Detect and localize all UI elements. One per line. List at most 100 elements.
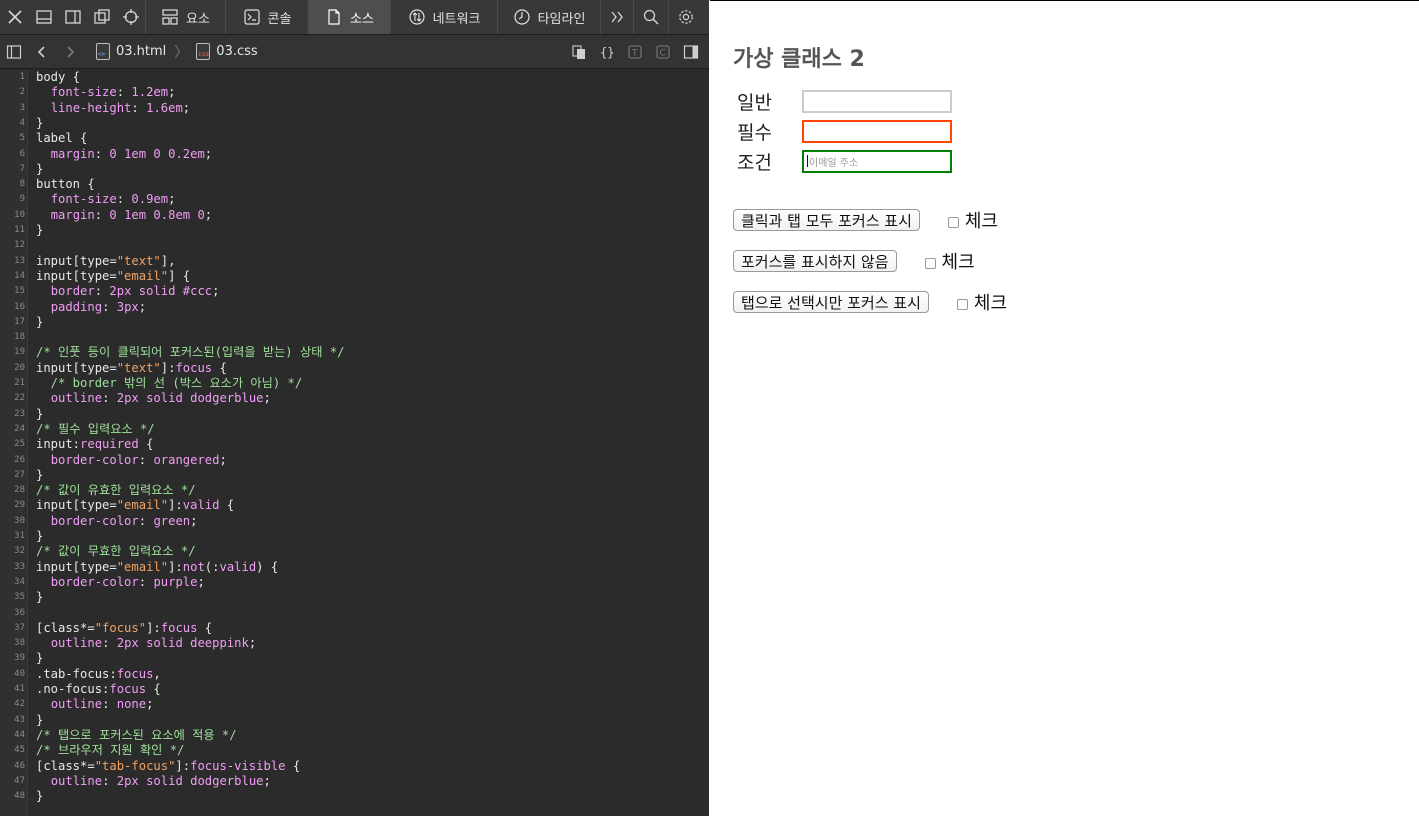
code-line: 32 /* 값이 무효한 입력요소 */	[0, 544, 709, 559]
code-line: 21 /* border 밖의 선 (박스 요소가 아님) */	[0, 376, 709, 391]
checkbox[interactable]	[947, 216, 959, 228]
code-text: /* 탭으로 포커스된 요소에 적용 */	[36, 727, 237, 742]
code-text: padding: 3px;	[50, 299, 147, 314]
line-number: 35	[14, 592, 25, 603]
network-icon	[408, 9, 425, 25]
line-number: 18	[14, 332, 25, 343]
sources-icon	[328, 9, 340, 25]
focus-button[interactable]: 클릭과 탭 모두 포커스 표시	[733, 209, 920, 231]
checkbox[interactable]	[956, 298, 968, 310]
tab-network[interactable]: 네트워크	[391, 0, 498, 34]
toggle-navigator-icon[interactable]	[0, 35, 28, 69]
code-text: outline: 2px solid dodgerblue;	[50, 391, 271, 406]
undock-icon[interactable]	[87, 0, 116, 34]
more-tabs-icon[interactable]	[601, 0, 634, 34]
code-text: /* 필수 입력요소 */	[36, 421, 155, 436]
line-number: 24	[14, 423, 25, 434]
toggle-sidebar-icon[interactable]	[677, 35, 705, 69]
line-number: 7	[19, 163, 25, 174]
gear-icon[interactable]	[669, 0, 703, 34]
code-text: button {	[36, 177, 95, 192]
code-text: input[type="email"]:not(:valid) {	[36, 559, 279, 574]
svg-text:T: T	[631, 48, 638, 58]
line-number: 46	[14, 760, 25, 771]
copy-resource-icon[interactable]	[565, 35, 593, 69]
line-number: 10	[14, 209, 25, 220]
code-line: 2 font-size: 1.2em;	[0, 85, 709, 100]
email-placeholder: 이메일 주소	[809, 157, 859, 169]
line-number: 2	[19, 87, 25, 98]
button-row-tab-focus: 탭으로 선택시만 포커스 표시 체크	[733, 289, 1007, 315]
inspect-target-icon[interactable]	[116, 0, 145, 34]
dock-bottom-icon[interactable]	[29, 0, 58, 34]
type-info-icon[interactable]: T	[621, 35, 649, 69]
css-file-icon: css	[196, 43, 211, 60]
code-line: 47 outline: 2px solid dodgerblue;	[0, 774, 709, 789]
code-text: [class*="tab-focus"]:focus-visible {	[36, 758, 301, 773]
line-number: 32	[14, 546, 25, 557]
code-text: font-size: 0.9em;	[50, 192, 176, 207]
line-number: 43	[14, 714, 25, 725]
tab-timeline[interactable]: 타임라인	[498, 0, 601, 34]
line-number: 45	[14, 745, 25, 756]
search-icon[interactable]	[634, 0, 669, 34]
rendered-page: 가상 클래스 2 일반 필수 조건 이메일 주소 클릭과 탭 모두 포커스 표시…	[710, 0, 1419, 816]
line-number: 15	[14, 286, 25, 297]
checkbox-label: 체크	[973, 293, 1008, 314]
code-text: }	[36, 161, 44, 176]
code-text: input:required {	[36, 437, 154, 452]
line-number: 48	[14, 791, 25, 802]
text-input-required[interactable]	[802, 119, 952, 143]
line-number: 21	[14, 378, 25, 388]
line-number: 36	[14, 607, 25, 618]
code-line: 9 font-size: 0.9em;	[0, 192, 709, 207]
back-icon[interactable]	[28, 35, 56, 69]
code-line: 15 border: 2px solid #ccc;	[0, 284, 709, 299]
tab-label: 콘솔	[267, 11, 292, 27]
breadcrumb-html-file[interactable]: 03.html	[116, 44, 166, 59]
line-number: 39	[14, 653, 25, 664]
code-text: line-height: 1.6em;	[50, 100, 191, 115]
tab-console[interactable]: 콘솔	[226, 0, 309, 34]
code-line: 24 /* 필수 입력요소 */	[0, 422, 709, 437]
code-text: border: 2px solid #ccc;	[50, 284, 220, 299]
code-line: 16 padding: 3px;	[0, 300, 709, 315]
code-text: }	[36, 406, 44, 421]
svg-text:C: C	[660, 48, 666, 58]
checkbox[interactable]	[924, 257, 936, 269]
close-icon[interactable]	[0, 0, 29, 34]
code-editor[interactable]: 1 body {2 font-size: 1.2em; 3 line-height:…	[0, 70, 709, 816]
line-number: 34	[14, 576, 25, 587]
page-title: 가상 클래스 2	[733, 47, 865, 72]
code-line: 27}	[0, 468, 709, 483]
button-row-focus: 클릭과 탭 모두 포커스 표시 체크	[733, 207, 998, 233]
code-coverage-icon[interactable]: C	[649, 35, 677, 69]
email-input[interactable]: 이메일 주소	[802, 149, 952, 173]
code-text: input[type="email"] {	[36, 268, 191, 283]
no-focus-button[interactable]: 포커스를 표시하지 않음	[733, 250, 897, 272]
sources-navbar: <> 03.html 〉 css 03.css {} T C	[0, 35, 709, 69]
code-line: 7}	[0, 162, 709, 177]
tab-focus-button[interactable]: 탭으로 선택시만 포커스 표시	[733, 291, 929, 313]
tab-label: 요소	[186, 11, 210, 27]
dock-right-icon[interactable]	[58, 0, 87, 34]
code-text: }	[36, 651, 44, 666]
forward-icon[interactable]	[56, 35, 84, 69]
tab-elements[interactable]: 요소	[146, 0, 226, 34]
line-number: 44	[14, 729, 25, 740]
pretty-print-icon[interactable]: {}	[593, 35, 621, 69]
code-text: .no-focus:focus {	[36, 682, 161, 696]
field-label: 필수	[737, 121, 772, 144]
tab-sources[interactable]: 소스	[309, 0, 391, 34]
code-line: 46 [class*="tab-focus"]:focus-visible {	[0, 759, 709, 774]
breadcrumb-css-file[interactable]: 03.css	[216, 44, 257, 59]
line-number: 38	[14, 638, 25, 649]
line-number: 8	[19, 179, 25, 190]
svg-text:{}: {}	[600, 45, 614, 59]
code-line: 36	[0, 606, 709, 621]
code-line: 10 margin: 0 1em 0.8em 0;	[0, 208, 709, 223]
checkbox-label: 체크	[941, 252, 975, 273]
code-line: 3 line-height: 1.6em;	[0, 101, 709, 116]
text-input-normal[interactable]	[802, 89, 952, 113]
field-label: 일반	[737, 91, 772, 114]
